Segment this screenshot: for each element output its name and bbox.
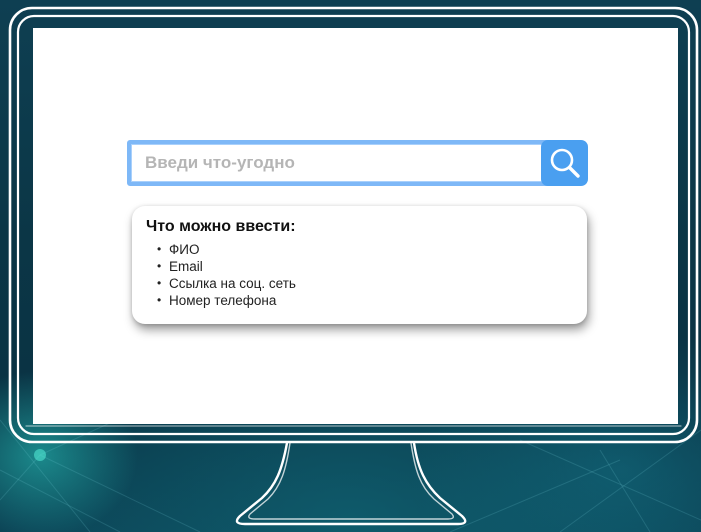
search-button[interactable] <box>541 140 588 186</box>
bullet-icon: • <box>157 242 162 256</box>
list-item: • Ссылка на соц. сеть <box>157 275 573 292</box>
hint-title: Что можно ввести: <box>146 218 296 235</box>
hint-list: • ФИО • Email • Ссылка на соц. сеть • Номер … <box>146 241 573 309</box>
bullet-icon: • <box>157 293 162 307</box>
bullet-icon: • <box>157 259 162 273</box>
list-item-label: ФИО <box>169 242 200 257</box>
list-item: • ФИО <box>157 241 573 258</box>
list-item-label: Номер телефона <box>169 293 277 308</box>
list-item: • Номер телефона <box>157 292 573 309</box>
search-bar <box>127 140 589 186</box>
list-item-label: Email <box>169 259 203 274</box>
monitor-screen: Что можно ввести: • ФИО • Email • Ссылка на… <box>33 28 678 424</box>
hint-card: Что можно ввести: • ФИО • Email • Ссылка на… <box>132 206 587 324</box>
search-input[interactable] <box>127 140 552 186</box>
list-item: • Email <box>157 258 573 275</box>
list-item-label: Ссылка на соц. сеть <box>169 276 296 291</box>
search-icon <box>550 148 580 178</box>
bullet-icon: • <box>157 276 162 290</box>
